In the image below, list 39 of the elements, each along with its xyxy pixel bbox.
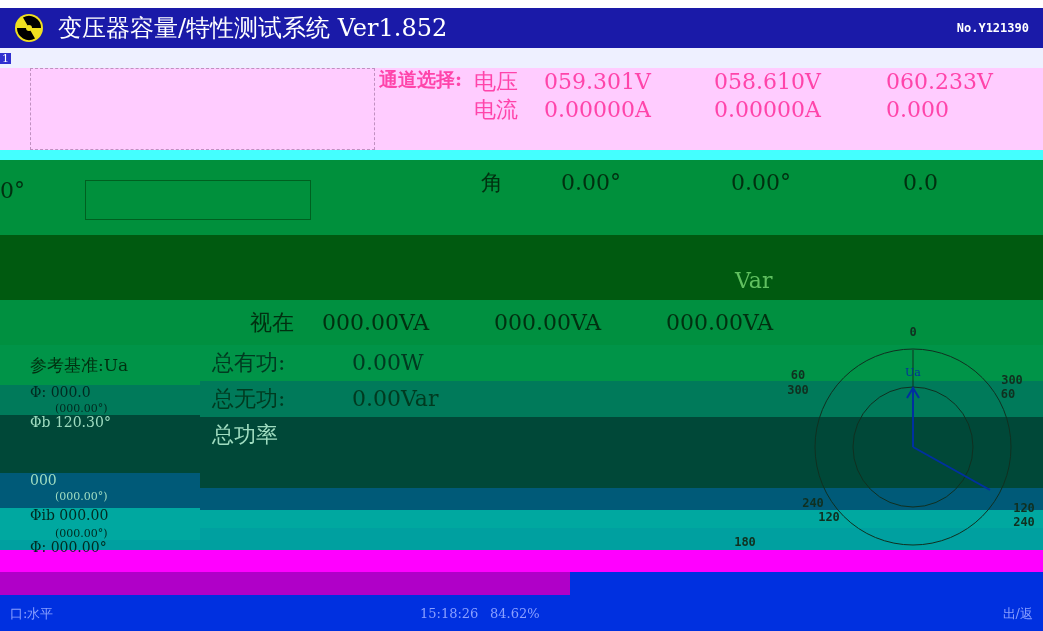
total-label: 总无功: (212, 388, 287, 410)
angle-reading: 0.00° (731, 172, 792, 194)
angle-value: 0° (0, 180, 25, 202)
channel-reading: 0.00000A (714, 99, 822, 121)
window-title: 变压器容量/特性测试系统 Ver1.852 (58, 16, 448, 40)
total-label: 总有功: (212, 352, 287, 374)
reference-label: 参考基准:Ua (30, 356, 129, 374)
total-value: 0.00W (352, 352, 424, 374)
apparent-reading: 000.00VA (494, 311, 603, 334)
phase-angle: 000 (30, 473, 57, 487)
status-text: 口:水平 (10, 606, 55, 620)
channel-name: 电流 (474, 99, 519, 121)
phase-angle: Φib 000.00 (30, 508, 109, 522)
channel-name: 电压 (474, 71, 519, 93)
reactive-unit: Var (735, 270, 773, 292)
angle-reading: 0.00° (561, 172, 622, 194)
apparent-reading: 000.00VA (322, 311, 431, 334)
apparent-label: 视在 (250, 311, 295, 334)
radiation-icon (14, 13, 44, 43)
channel-reading: 060.233V (886, 71, 995, 93)
angle-reading: 0.0 (903, 172, 939, 194)
phase-angle: (000.00°) (54, 491, 108, 502)
channel-reading: 059.301V (544, 71, 653, 93)
status-time: 15:18:26 (420, 606, 480, 620)
total-label: 总功率 (212, 424, 279, 446)
channel-reading: 0.00000A (544, 99, 652, 121)
channel-reading: 058.610V (714, 71, 823, 93)
angle-label: 角 (480, 172, 504, 194)
phase-angle: Φ: 000.0 (30, 385, 91, 399)
serial-number: No.Y121390 (956, 22, 1029, 34)
phase-angle: (000.00°) (54, 403, 108, 414)
status-text: 出/返 (1002, 606, 1033, 620)
page-number: 1 (0, 52, 11, 64)
channel-select-label: 通道选择: (379, 70, 462, 89)
phase-angle: (000.00°) (54, 528, 108, 539)
status-percent: 84.62% (490, 606, 541, 620)
phase-angle: Φb 120.30° (30, 415, 111, 429)
channel-reading: 0.000 (886, 99, 950, 121)
total-value: 0.00Var (352, 388, 439, 410)
